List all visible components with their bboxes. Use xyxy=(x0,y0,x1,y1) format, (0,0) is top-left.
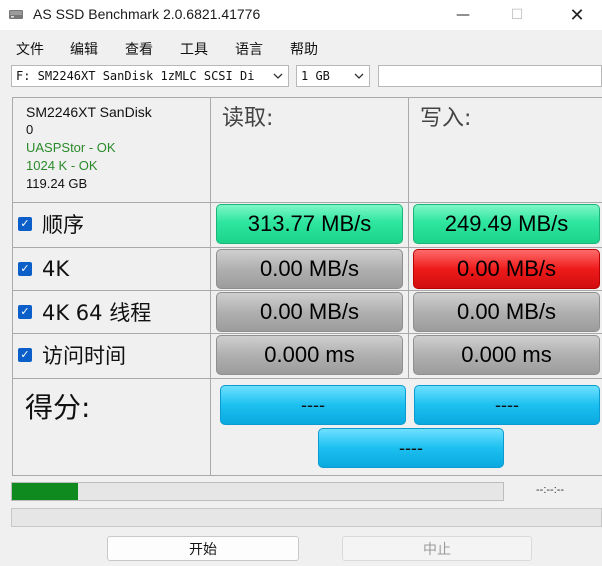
title-bar: AS SSD Benchmark 2.0.6821.41776 — ☐ ✕ xyxy=(0,0,602,30)
read-score: ---- xyxy=(220,385,406,425)
status-bar xyxy=(11,508,602,527)
close-button[interactable]: ✕ xyxy=(554,0,600,30)
start-button[interactable]: 开始 xyxy=(107,536,299,561)
minimize-button[interactable]: — xyxy=(440,0,486,30)
read-header: 读取: xyxy=(222,106,274,131)
chevron-down-icon xyxy=(270,67,286,85)
checkbox-checked-icon[interactable]: ✓ xyxy=(18,305,32,319)
4k-write-result: 0.00 MB/s xyxy=(413,249,600,289)
write-score: ---- xyxy=(414,385,600,425)
grid-divider xyxy=(210,97,211,475)
grid-divider xyxy=(12,333,602,334)
menu-bar: 文件 编辑 查看 工具 语言 帮助 xyxy=(0,37,602,59)
checkbox-checked-icon[interactable]: ✓ xyxy=(18,217,32,231)
disk-icon xyxy=(9,10,23,19)
grid-divider xyxy=(12,475,602,476)
checkbox-checked-icon[interactable]: ✓ xyxy=(18,348,32,362)
test-label: 4K xyxy=(42,257,70,281)
menu-language[interactable]: 语言 xyxy=(235,39,263,59)
chevron-down-icon xyxy=(351,67,367,85)
app-window: AS SSD Benchmark 2.0.6821.41776 — ☐ ✕ 文件… xyxy=(0,0,602,566)
grid-divider xyxy=(12,202,602,203)
test-label: 顺序 xyxy=(42,213,84,237)
test-label: 访问时间 xyxy=(42,344,126,368)
test-4k-64-threads[interactable]: ✓ 4K 64 线程 xyxy=(18,299,151,325)
seq-read-result: 313.77 MB/s xyxy=(216,204,403,244)
drive-select-value: F: SM2246XT SanDisk 1zMLC SCSI Di xyxy=(16,69,255,83)
score-label: 得分: xyxy=(25,391,91,424)
driver-status: UASPStor - OK xyxy=(26,140,116,155)
maximize-button[interactable]: ☐ xyxy=(494,0,540,30)
access-read-result: 0.000 ms xyxy=(216,335,403,375)
progress-bar xyxy=(11,482,504,501)
alignment-status: 1024 K - OK xyxy=(26,158,98,173)
test-4k[interactable]: ✓ 4K xyxy=(18,256,69,282)
menu-view[interactable]: 查看 xyxy=(125,39,153,59)
window-title: AS SSD Benchmark 2.0.6821.41776 xyxy=(33,6,261,22)
size-select[interactable]: 1 GB xyxy=(296,65,370,87)
checkbox-checked-icon[interactable]: ✓ xyxy=(18,262,32,276)
access-write-result: 0.000 ms xyxy=(413,335,600,375)
menu-edit[interactable]: 编辑 xyxy=(70,39,98,59)
stop-button[interactable]: 中止 xyxy=(342,536,532,561)
grid-divider xyxy=(12,290,602,291)
grid-divider xyxy=(12,378,602,379)
4k64-write-result: 0.00 MB/s xyxy=(413,292,600,332)
drive-firmware: 0 xyxy=(26,122,34,137)
elapsed-time: --:--:-- xyxy=(536,484,565,496)
drive-info: SM2246XT SanDisk 0 UASPStor - OK 1024 K … xyxy=(26,103,152,193)
total-score: ---- xyxy=(318,428,504,468)
menu-help[interactable]: 帮助 xyxy=(290,39,318,59)
menu-tools[interactable]: 工具 xyxy=(180,39,208,59)
4k-read-result: 0.00 MB/s xyxy=(216,249,403,289)
test-access-time[interactable]: ✓ 访问时间 xyxy=(18,342,126,368)
progress-fill xyxy=(12,483,79,500)
drive-select[interactable]: F: SM2246XT SanDisk 1zMLC SCSI Di xyxy=(11,65,289,87)
menu-file[interactable]: 文件 xyxy=(16,39,44,59)
test-sequential[interactable]: ✓ 顺序 xyxy=(18,211,84,237)
extra-field[interactable] xyxy=(378,65,602,87)
seq-write-result: 249.49 MB/s xyxy=(413,204,600,244)
grid-divider xyxy=(12,247,602,248)
test-label: 4K 64 线程 xyxy=(42,301,152,325)
4k64-read-result: 0.00 MB/s xyxy=(216,292,403,332)
write-header: 写入: xyxy=(420,106,472,131)
grid-divider xyxy=(408,97,409,379)
drive-name: SM2246XT SanDisk xyxy=(26,104,152,120)
size-select-value: 1 GB xyxy=(301,69,330,83)
drive-capacity: 119.24 GB xyxy=(26,176,88,191)
